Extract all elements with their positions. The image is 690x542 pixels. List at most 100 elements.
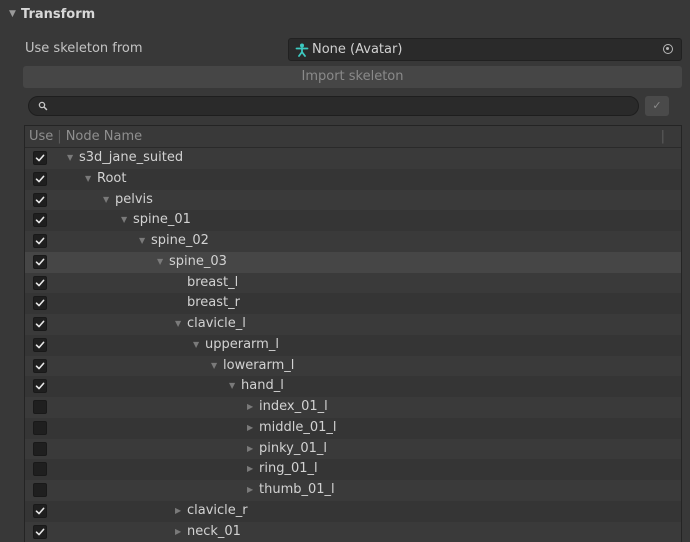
tree-row[interactable]: ▼ pelvis bbox=[25, 189, 681, 211]
skeleton-object-field[interactable]: None (Avatar) bbox=[288, 38, 682, 61]
foldout-expanded-icon[interactable]: ▼ bbox=[9, 9, 21, 19]
node-name: breast_r bbox=[187, 295, 240, 311]
use-checkbox-unchecked[interactable] bbox=[33, 483, 47, 497]
expand-arrow-right-icon[interactable]: ▶ bbox=[247, 464, 259, 473]
node-name: spine_01 bbox=[133, 212, 191, 228]
tree-row[interactable]: breast_l bbox=[25, 272, 681, 294]
tree-node: ▶ neck_01 bbox=[175, 524, 241, 539]
expand-arrow-right-icon[interactable]: ▶ bbox=[175, 527, 187, 536]
checkmark-icon bbox=[35, 507, 45, 515]
use-checkbox-checked[interactable] bbox=[33, 275, 47, 290]
node-name: pinky_01_l bbox=[259, 440, 328, 456]
expand-arrow-down-icon[interactable]: ▼ bbox=[121, 215, 133, 224]
tree-row[interactable]: ▼ spine_02 bbox=[25, 231, 681, 252]
use-checkbox-checked[interactable] bbox=[33, 337, 47, 352]
tree-node: ▶ ring_01_l bbox=[247, 461, 318, 476]
node-name: neck_01 bbox=[187, 523, 241, 539]
tree-node: ▶ pinky_01_l bbox=[247, 441, 327, 456]
skeleton-source-row: Use skeleton from None (Avatar) bbox=[0, 36, 690, 62]
expand-arrow-right-icon[interactable]: ▶ bbox=[247, 485, 259, 494]
tree-node: ▼ spine_01 bbox=[121, 212, 191, 227]
use-checkbox-checked[interactable] bbox=[33, 213, 47, 228]
checkmark-icon bbox=[35, 258, 45, 266]
tree-row[interactable]: ▼ upperarm_l bbox=[25, 334, 681, 356]
skeleton-object-value: None (Avatar) bbox=[312, 42, 403, 57]
tree-row[interactable]: ▶ index_01_l bbox=[25, 397, 681, 418]
expand-arrow-right-icon[interactable]: ▶ bbox=[247, 402, 259, 411]
tree-header: Use | Node Name | bbox=[25, 126, 681, 148]
checkmark-icon bbox=[35, 320, 45, 328]
tree-node: ▼ upperarm_l bbox=[193, 337, 279, 352]
skeleton-tree: Use | Node Name | ▼ s3d_jane_suited ▼ Root ▼… bbox=[24, 125, 682, 542]
tree-row[interactable]: ▼ Root bbox=[25, 168, 681, 190]
node-name: thumb_01_l bbox=[259, 482, 335, 497]
use-checkbox-unchecked[interactable] bbox=[33, 420, 47, 435]
tree-node: ▼ s3d_jane_suited bbox=[67, 150, 183, 165]
use-checkbox-checked[interactable] bbox=[33, 234, 47, 248]
expand-arrow-down-icon[interactable]: ▼ bbox=[139, 236, 151, 245]
apply-filter-button[interactable]: ✓ bbox=[645, 96, 669, 116]
tree-row[interactable]: ▶ ring_01_l bbox=[25, 459, 681, 480]
expand-arrow-right-icon[interactable]: ▶ bbox=[247, 444, 259, 453]
tree-row[interactable]: ▶ thumb_01_l bbox=[25, 480, 681, 501]
expand-arrow-down-icon[interactable]: ▼ bbox=[229, 381, 241, 390]
tree-node: ▶ thumb_01_l bbox=[247, 482, 335, 497]
expand-arrow-down-icon[interactable]: ▼ bbox=[193, 340, 205, 349]
tree-row[interactable]: ▼ hand_l bbox=[25, 376, 681, 397]
checkmark-icon bbox=[35, 175, 45, 183]
expand-arrow-down-icon[interactable]: ▼ bbox=[157, 257, 169, 266]
tree-row[interactable]: ▼ s3d_jane_suited bbox=[25, 148, 681, 169]
use-checkbox-checked[interactable] bbox=[33, 524, 47, 539]
expand-arrow-down-icon[interactable]: ▼ bbox=[211, 361, 223, 370]
expand-arrow-right-icon[interactable]: ▶ bbox=[175, 506, 187, 515]
expand-arrow-down-icon[interactable]: ▼ bbox=[67, 153, 79, 162]
use-checkbox-unchecked[interactable] bbox=[33, 400, 47, 414]
column-separator[interactable]: | bbox=[57, 129, 61, 144]
tree-row[interactable]: ▶ clavicle_r bbox=[25, 500, 681, 522]
import-skeleton-button[interactable]: Import skeleton bbox=[23, 66, 682, 88]
checkmark-icon bbox=[35, 216, 45, 224]
tree-node: ▶ middle_01_l bbox=[247, 420, 337, 435]
use-checkbox-checked[interactable] bbox=[33, 296, 47, 311]
use-checkbox-checked[interactable] bbox=[33, 317, 47, 331]
search-input[interactable] bbox=[28, 96, 639, 116]
tree-row[interactable]: ▼ spine_01 bbox=[25, 210, 681, 231]
expand-arrow-down-icon[interactable]: ▼ bbox=[85, 174, 97, 183]
tree-row[interactable]: ▶ middle_01_l bbox=[25, 417, 681, 439]
tree-row[interactable]: ▶ neck_01 bbox=[25, 521, 681, 542]
use-checkbox-unchecked[interactable] bbox=[33, 462, 47, 477]
use-checkbox-unchecked[interactable] bbox=[33, 441, 47, 456]
tree-node: ▼ spine_03 bbox=[157, 254, 227, 269]
use-checkbox-checked[interactable] bbox=[33, 171, 47, 186]
use-checkbox-checked[interactable] bbox=[33, 254, 47, 269]
tree-row[interactable]: ▼ lowerarm_l bbox=[25, 355, 681, 377]
tree-node: ▶ index_01_l bbox=[247, 399, 328, 414]
node-name: Root bbox=[97, 170, 127, 186]
column-end-separator[interactable]: | bbox=[661, 129, 665, 144]
search-icon bbox=[38, 101, 48, 111]
expand-arrow-down-icon[interactable]: ▼ bbox=[175, 319, 187, 328]
use-checkbox-checked[interactable] bbox=[33, 358, 47, 373]
tree-row[interactable]: ▼ clavicle_l bbox=[25, 314, 681, 335]
use-checkbox-checked[interactable] bbox=[33, 503, 47, 518]
tree-row[interactable]: ▼ spine_03 bbox=[25, 251, 681, 273]
expand-arrow-right-icon[interactable]: ▶ bbox=[247, 423, 259, 432]
tree-node: ▼ hand_l bbox=[229, 378, 284, 393]
tree-row[interactable]: ▶ pinky_01_l bbox=[25, 438, 681, 460]
tree-node: breast_l bbox=[175, 275, 238, 290]
object-picker-icon[interactable] bbox=[663, 44, 673, 54]
tree-node: ▼ spine_02 bbox=[139, 233, 209, 248]
column-header-node-name[interactable]: Node Name bbox=[66, 129, 142, 144]
expand-arrow-down-icon[interactable]: ▼ bbox=[103, 195, 115, 204]
node-name: pelvis bbox=[115, 191, 153, 207]
transform-section-header[interactable]: ▼ Transform bbox=[0, 0, 690, 28]
skeleton-source-label: Use skeleton from bbox=[25, 41, 143, 56]
use-checkbox-checked[interactable] bbox=[33, 151, 47, 165]
use-checkbox-checked[interactable] bbox=[33, 379, 47, 394]
use-checkbox-checked[interactable] bbox=[33, 192, 47, 207]
node-name: upperarm_l bbox=[205, 336, 279, 352]
column-header-use[interactable]: Use bbox=[29, 129, 53, 144]
checkmark-icon bbox=[35, 196, 45, 203]
section-title: Transform bbox=[21, 6, 96, 22]
tree-row[interactable]: breast_r bbox=[25, 293, 681, 314]
